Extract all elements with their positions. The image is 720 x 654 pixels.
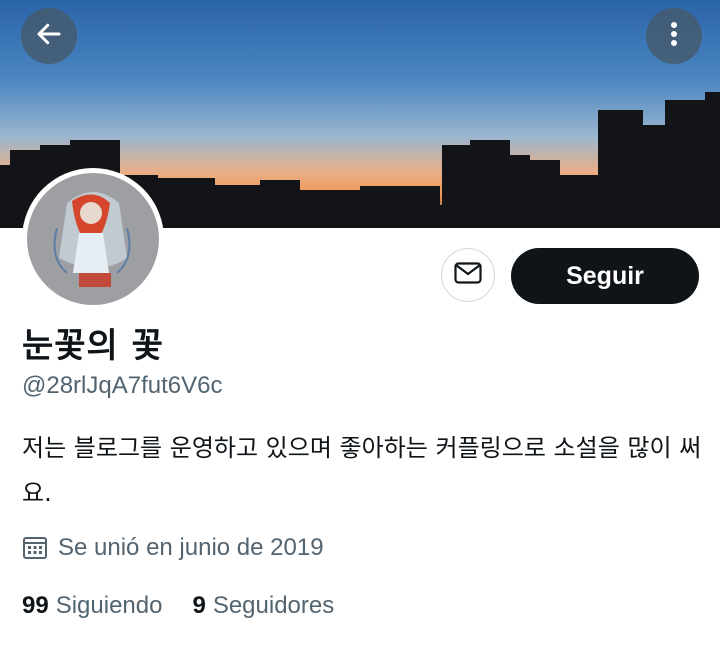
arrow-left-icon	[34, 19, 64, 53]
more-options-button[interactable]	[646, 8, 702, 64]
join-date-text: Se unió en junio de 2019	[58, 534, 324, 561]
avatar-image	[27, 173, 159, 305]
followers-link[interactable]: 9 Seguidores	[192, 592, 334, 620]
envelope-icon	[454, 262, 482, 288]
followers-label: Seguidores	[212, 592, 335, 619]
profile-name: 눈꽃의 꽃	[22, 326, 164, 366]
message-button[interactable]	[441, 248, 495, 302]
more-vertical-icon	[662, 19, 686, 53]
following-count: 99	[22, 592, 49, 619]
profile-handle: @28rlJqA7fut6V6c	[22, 372, 223, 399]
avatar[interactable]	[22, 168, 164, 310]
back-button[interactable]	[21, 8, 77, 64]
calendar-icon	[22, 535, 48, 561]
profile-bio: 저는 블로그를 운영하고 있으며 좋아하는 커플링으로 소설을 많이 써요.	[22, 434, 702, 507]
join-date: Se unió en junio de 2019	[22, 534, 324, 562]
follow-button[interactable]: Seguir	[511, 248, 699, 304]
following-label: Siguiendo	[55, 592, 163, 619]
followers-count: 9	[192, 592, 206, 619]
follow-stats: 99 Siguiendo 9 Seguidores	[22, 592, 364, 620]
following-link[interactable]: 99 Siguiendo	[22, 592, 162, 620]
